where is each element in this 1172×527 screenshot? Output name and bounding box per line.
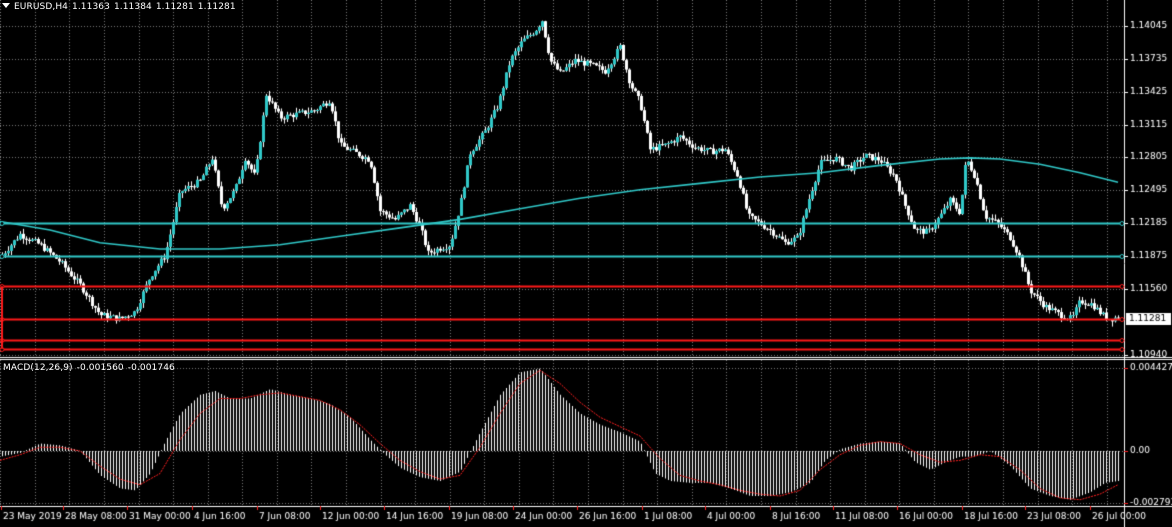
macd-label: MACD(12,26,9) xyxy=(3,363,73,373)
open-price: 1.11363 xyxy=(72,2,110,12)
close-price: 1.11281 xyxy=(197,2,236,12)
macd-main-value: -0.001560 xyxy=(76,363,124,373)
symbol-header: EURUSD,H4 1.11363 1.11384 1.11281 1.11281 xyxy=(2,2,240,12)
low-price: 1.11281 xyxy=(155,2,194,12)
symbol-label: EURUSD,H4 xyxy=(14,2,69,12)
price-chart-canvas[interactable] xyxy=(0,0,1172,527)
macd-signal-value: -0.001746 xyxy=(127,363,175,373)
macd-header: MACD(12,26,9) -0.001560 -0.001746 xyxy=(3,363,179,373)
high-price: 1.11384 xyxy=(113,2,152,12)
dropdown-arrow-icon[interactable] xyxy=(2,3,10,8)
